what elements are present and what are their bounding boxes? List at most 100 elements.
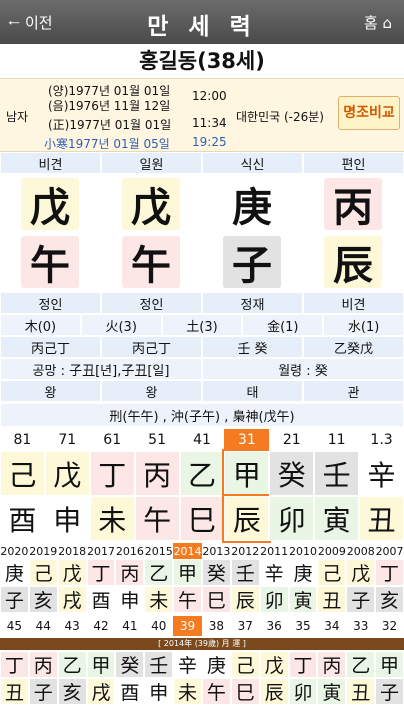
year-stem[interactable]: 壬 (230, 559, 260, 586)
month-stem[interactable]: 庚 (202, 651, 231, 678)
year-branch[interactable]: 辰 (230, 586, 260, 613)
year-label: 2018 (57, 543, 87, 559)
year-stem[interactable]: 庚 (288, 559, 318, 586)
pillar-stem[interactable]: 戊 (21, 178, 79, 231)
element-count: 火(3) (80, 314, 162, 336)
year-stem[interactable]: 庚 (0, 559, 29, 586)
year-branch[interactable]: 寅 (288, 586, 318, 613)
daeun-stem[interactable]: 丙 (134, 451, 180, 496)
daeun-branch[interactable]: 卯 (269, 496, 315, 541)
ten-god-label: 비견 (303, 292, 404, 314)
daeun-branch[interactable]: 巳 (179, 496, 225, 541)
year-branch[interactable]: 酉 (86, 586, 116, 613)
home-icon: ⌂ (382, 14, 392, 32)
month-stem[interactable]: 甲 (375, 651, 404, 678)
pillar-branch[interactable]: 辰 (324, 236, 382, 289)
year-branch[interactable]: 子 (346, 586, 376, 613)
month-branch[interactable]: 寅 (317, 678, 347, 705)
year-stem[interactable]: 丁 (86, 559, 116, 586)
app-title: 만 세 력 (147, 14, 257, 40)
daeun-branch[interactable]: 寅 (314, 496, 360, 541)
daeun-branch[interactable]: 辰 (222, 494, 272, 543)
daeun-stem[interactable]: 壬 (314, 451, 360, 496)
pillar-branch[interactable]: 午 (122, 236, 180, 289)
pillar-stem[interactable]: 戊 (122, 178, 180, 231)
daeun-stem[interactable]: 己 (0, 451, 45, 496)
year-branch[interactable]: 申 (115, 586, 145, 613)
month-stem[interactable]: 丙 (28, 651, 58, 678)
month-stem[interactable]: 乙 (346, 651, 376, 678)
daeun-branch[interactable]: 申 (44, 496, 90, 541)
month-stem[interactable]: 甲 (86, 651, 116, 678)
year-stem[interactable]: 己 (28, 559, 58, 586)
year-stem[interactable]: 己 (317, 559, 347, 586)
daeun-stem[interactable]: 丁 (89, 451, 135, 496)
daeun-stem[interactable]: 辛 (359, 451, 404, 496)
month-stem[interactable]: 丁 (288, 651, 318, 678)
daeun-branch[interactable]: 酉 (0, 496, 45, 541)
year-stem[interactable]: 戊 (346, 559, 376, 586)
month-stem[interactable]: 丁 (0, 651, 29, 678)
month-branch[interactable]: 巳 (230, 678, 260, 705)
month-branch[interactable]: 丑 (0, 678, 29, 705)
jeong-time: 11:34 (192, 116, 227, 130)
month-branch[interactable]: 子 (375, 678, 404, 705)
month-branch[interactable]: 丑 (346, 678, 376, 705)
month-branch[interactable]: 午 (202, 678, 231, 705)
year-stem[interactable]: 丙 (115, 559, 145, 586)
month-stem[interactable]: 乙 (57, 651, 87, 678)
year-label: 2011 (259, 543, 289, 559)
pillar-branch[interactable]: 子 (223, 236, 281, 289)
ten-god-label: 일원 (101, 152, 202, 174)
daeun-stem[interactable]: 癸 (269, 451, 315, 496)
year-branch[interactable]: 午 (173, 586, 202, 613)
month-stem[interactable]: 癸 (115, 651, 145, 678)
ten-god-label: 비견 (0, 152, 101, 174)
year-branch[interactable]: 戌 (57, 586, 87, 613)
daeun-branch[interactable]: 丑 (359, 496, 404, 541)
year-branch[interactable]: 亥 (28, 586, 58, 613)
year-stem[interactable]: 甲 (173, 559, 202, 586)
pillar-stem[interactable]: 丙 (324, 178, 382, 231)
year-stem[interactable]: 癸 (202, 559, 231, 586)
home-button[interactable]: 홈 ⌂ (364, 12, 392, 33)
daeun-stem[interactable]: 戊 (44, 451, 90, 496)
year-branch[interactable]: 未 (144, 586, 174, 613)
month-branch[interactable]: 酉 (115, 678, 145, 705)
month-stem[interactable]: 己 (230, 651, 260, 678)
daeun-branch[interactable]: 午 (134, 496, 180, 541)
year-age: 43 (57, 616, 87, 636)
hidden-stems: 乙癸戊 (303, 336, 404, 358)
month-stem[interactable]: 丙 (317, 651, 347, 678)
daeun-stem[interactable]: 乙 (179, 451, 225, 496)
month-branch[interactable]: 辰 (259, 678, 289, 705)
pillar-branch[interactable]: 午 (21, 236, 79, 289)
year-branch[interactable]: 丑 (317, 586, 347, 613)
month-branch[interactable]: 子 (28, 678, 58, 705)
month-stem[interactable]: 壬 (144, 651, 174, 678)
yearly-grid: 2020 庚子 45 2019 己亥 44 2018 戊戌 43 2017 丁酉 42 2016 丙申 41… (0, 543, 404, 638)
year-branch[interactable]: 卯 (259, 586, 289, 613)
year-branch[interactable]: 巳 (202, 586, 231, 613)
daeun-branch[interactable]: 未 (89, 496, 135, 541)
year-branch[interactable]: 亥 (375, 586, 404, 613)
year-age: 38 (202, 616, 231, 636)
hidden-stems: 丙己丁 (0, 336, 101, 358)
pillar-stem[interactable]: 庚 (223, 178, 281, 231)
compare-button[interactable]: 명조비교 (338, 96, 400, 130)
month-branch[interactable]: 戌 (86, 678, 116, 705)
month-stem[interactable]: 辛 (173, 651, 202, 678)
year-label: 2012 (230, 543, 260, 559)
month-stem[interactable]: 戊 (259, 651, 289, 678)
month-branch[interactable]: 未 (173, 678, 202, 705)
month-branch[interactable]: 卯 (288, 678, 318, 705)
daeun-stem[interactable]: 甲 (222, 449, 272, 498)
month-branch[interactable]: 申 (144, 678, 174, 705)
year-branch[interactable]: 子 (0, 586, 29, 613)
month-branch[interactable]: 亥 (57, 678, 87, 705)
year-stem[interactable]: 乙 (144, 559, 174, 586)
year-age: 32 (375, 616, 404, 636)
year-stem[interactable]: 辛 (259, 559, 289, 586)
year-stem[interactable]: 丁 (375, 559, 404, 586)
year-stem[interactable]: 戊 (57, 559, 87, 586)
